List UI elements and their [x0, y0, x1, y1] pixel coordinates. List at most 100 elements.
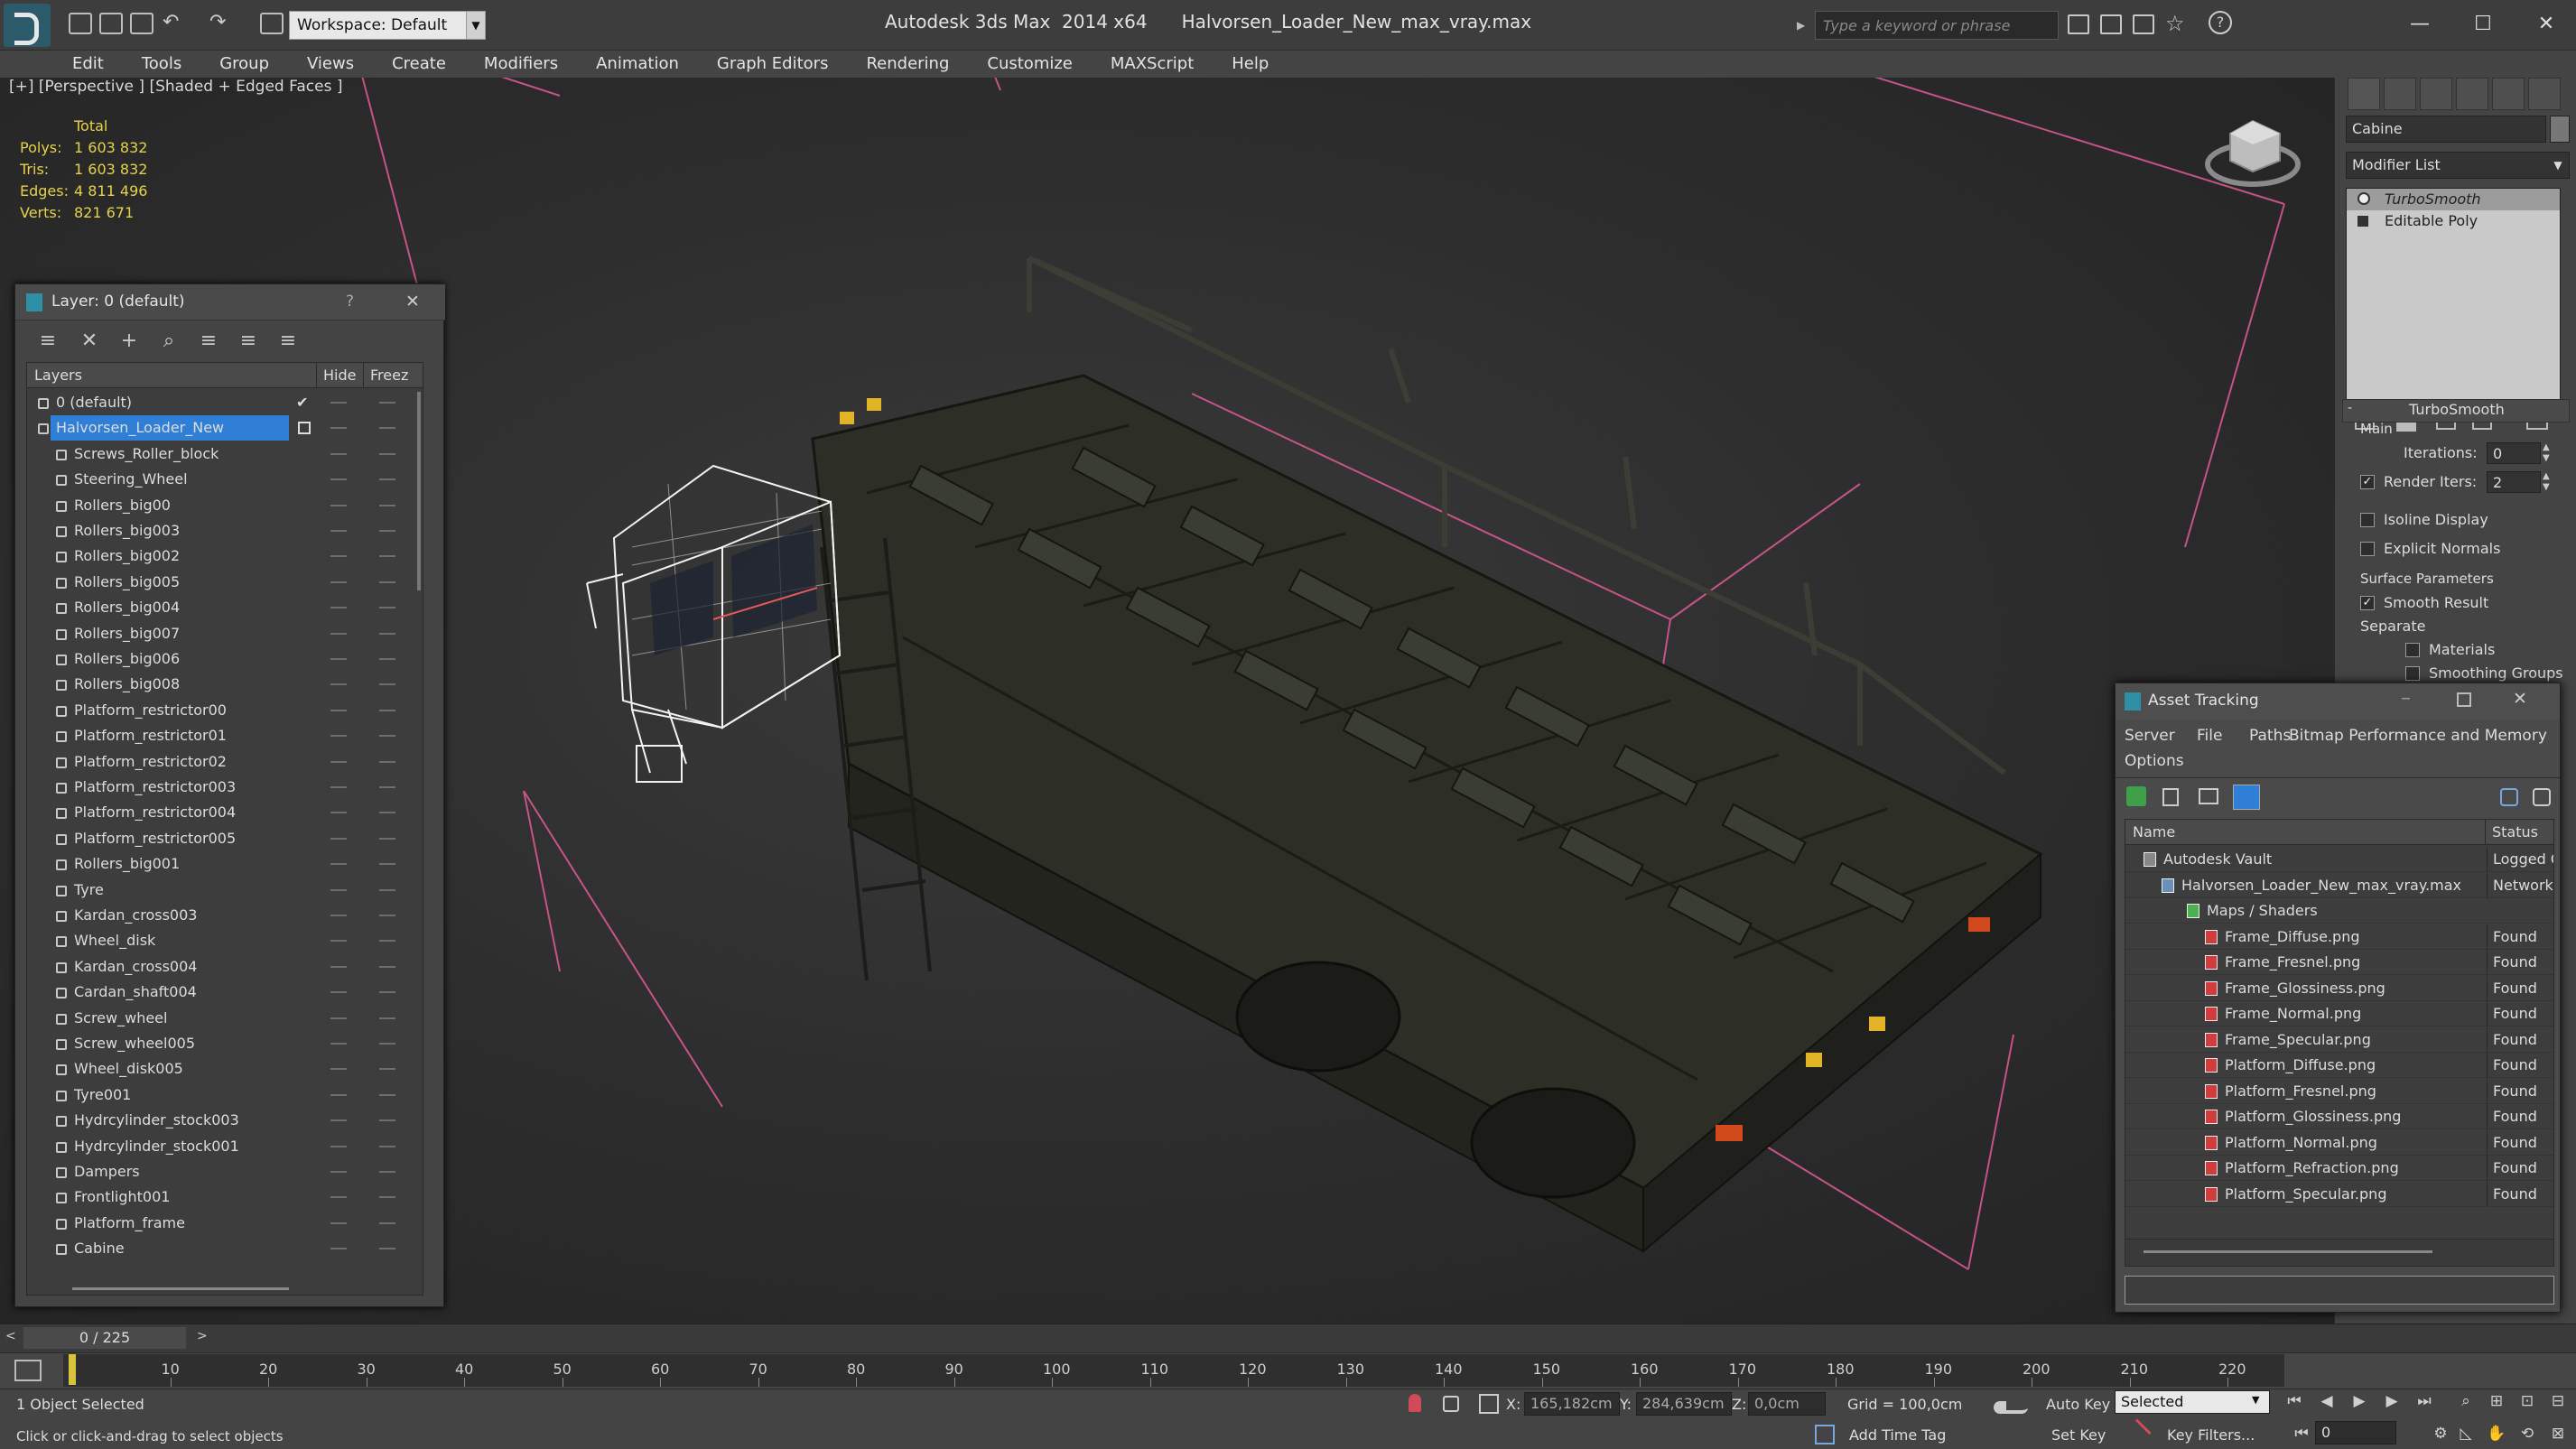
menu-maxscript[interactable]: MAXScript [1111, 51, 1214, 78]
asset-tracking-titlebar[interactable]: Asset Tracking – ✕ [2116, 683, 2560, 720]
spinner-arrows-icon[interactable]: ▲ ▼ [2543, 442, 2555, 464]
absolute-mode-icon[interactable] [1479, 1394, 1499, 1414]
layer-row[interactable]: Rollers_big00 [27, 493, 414, 518]
new-file-icon[interactable] [69, 13, 92, 34]
freeze-toggle[interactable] [379, 607, 395, 609]
smoothing-groups-checkbox[interactable] [2405, 666, 2420, 681]
hide-toggle[interactable] [330, 760, 347, 763]
favorites-star-icon[interactable]: ☆ [2165, 11, 2185, 36]
freeze-toggle[interactable] [379, 1221, 395, 1224]
chevron-down-icon[interactable]: ▼ [466, 11, 486, 40]
highlight-layer-icon[interactable]: ≡ [196, 330, 221, 353]
subscription-icon[interactable] [2100, 14, 2122, 34]
freeze-toggle[interactable] [379, 478, 395, 481]
hide-toggle[interactable] [330, 812, 347, 814]
set-key-button[interactable]: Set Key [2051, 1426, 2106, 1444]
object-color-swatch[interactable] [2550, 116, 2570, 143]
menu-tools[interactable]: Tools [142, 51, 201, 78]
menu-views[interactable]: Views [307, 51, 374, 78]
table-view-icon[interactable] [2233, 785, 2260, 810]
asset-row[interactable]: Platform_Diffuse.png Found [2125, 1053, 2553, 1078]
freeze-toggle[interactable] [379, 888, 395, 891]
hide-toggle[interactable] [330, 530, 347, 532]
freeze-all-layers-icon[interactable]: ≡ [275, 330, 301, 353]
layer-row[interactable]: Cabine [27, 1236, 414, 1261]
hide-toggle[interactable] [330, 1068, 347, 1071]
time-tag-icon[interactable] [1815, 1425, 1835, 1444]
layer-row[interactable]: Hydrcylinder_stock001 [27, 1134, 414, 1159]
current-frame-marker[interactable] [69, 1354, 76, 1385]
hide-toggle[interactable] [330, 1221, 347, 1224]
column-header-name[interactable]: Name [2133, 823, 2175, 841]
freeze-toggle[interactable] [379, 1119, 395, 1122]
layer-row[interactable]: Platform_restrictor02 [27, 749, 414, 775]
menu-animation[interactable]: Animation [596, 51, 699, 78]
freeze-toggle[interactable] [379, 837, 395, 840]
time-slider-next-icon[interactable]: > [197, 1329, 208, 1343]
render-iters-checkbox[interactable]: ✓ [2360, 475, 2375, 489]
menu-customize[interactable]: Customize [987, 51, 1092, 78]
hide-toggle[interactable] [330, 683, 347, 686]
field-of-view-icon[interactable]: ◺ [2454, 1423, 2478, 1444]
materials-checkbox[interactable] [2405, 643, 2420, 657]
spinner-arrows-icon[interactable]: ▲ ▼ [2543, 471, 2555, 493]
asset-row[interactable]: Frame_Glossiness.png Found [2125, 975, 2553, 1001]
hide-toggle[interactable] [330, 1017, 347, 1019]
freeze-toggle[interactable] [379, 1043, 395, 1045]
vault-help-icon[interactable] [2500, 788, 2518, 806]
layer-row[interactable]: Rollers_big008 [27, 672, 414, 697]
zoom-all-icon[interactable]: ⊞ [2485, 1390, 2508, 1412]
layer-row[interactable]: Hydrcylinder_stock003 [27, 1108, 414, 1133]
layer-panel-titlebar[interactable]: Layer: 0 (default) ? ✕ [15, 284, 445, 320]
hide-toggle[interactable] [330, 478, 347, 481]
asset-row[interactable]: Frame_Specular.png Found [2125, 1026, 2553, 1053]
close-button[interactable]: ✕ [2513, 689, 2527, 709]
list-view-icon[interactable] [2162, 788, 2179, 806]
hide-toggle[interactable] [330, 1196, 347, 1199]
layer-row[interactable]: Rollers_big003 [27, 518, 414, 543]
layer-row[interactable]: Rollers_big006 [27, 646, 414, 672]
layer-row[interactable]: Steering_Wheel [27, 467, 414, 492]
hide-toggle[interactable] [330, 555, 347, 558]
hide-toggle[interactable] [330, 1171, 347, 1173]
pan-view-icon[interactable]: ✋ [2485, 1423, 2508, 1444]
workspace-dropdown[interactable]: Workspace: Default [289, 11, 486, 40]
maximize-button[interactable]: ☐ [2456, 7, 2510, 42]
lightbulb-icon[interactable] [2357, 192, 2370, 205]
key-filters-button[interactable]: Key Filters... [2167, 1426, 2255, 1444]
time-slider-prev-icon[interactable]: < [5, 1329, 16, 1343]
hide-toggle[interactable] [330, 1093, 347, 1096]
minimize-button[interactable]: – [2401, 687, 2411, 710]
layer-row[interactable]: Frontlight001 [27, 1184, 414, 1210]
layer-row[interactable]: Wheel_disk [27, 928, 414, 953]
freeze-toggle[interactable] [379, 402, 395, 404]
freeze-toggle[interactable] [379, 1196, 395, 1199]
hide-toggle[interactable] [330, 940, 347, 943]
layer-row[interactable]: Platform_restrictor01 [27, 723, 414, 748]
layer-row[interactable]: Rollers_big007 [27, 621, 414, 646]
hide-toggle[interactable] [330, 1248, 347, 1250]
column-header-status[interactable]: Status [2492, 823, 2538, 841]
hide-toggle[interactable] [330, 786, 347, 788]
isoline-display-checkbox[interactable] [2360, 513, 2375, 527]
asset-row[interactable]: Frame_Diffuse.png Found [2125, 924, 2553, 950]
asset-menu-file[interactable]: File [2197, 727, 2222, 745]
close-button[interactable]: ✕ [405, 292, 420, 311]
freeze-toggle[interactable] [379, 1068, 395, 1071]
render-iters-spinner[interactable]: 2 [2487, 471, 2541, 493]
layer-list-hscrollbar[interactable] [72, 1287, 289, 1290]
rollout-collapse-icon[interactable]: - [2348, 401, 2352, 415]
freeze-toggle[interactable] [379, 1017, 395, 1019]
modifier-list-dropdown[interactable]: Modifier List [2346, 152, 2570, 179]
layer-row[interactable]: Platform_restrictor00 [27, 698, 414, 723]
hide-toggle[interactable] [330, 658, 347, 660]
freeze-toggle[interactable] [379, 581, 395, 583]
layer-row[interactable]: Tyre [27, 878, 414, 903]
freeze-toggle[interactable] [379, 735, 395, 738]
layer-row[interactable]: Platform_frame [27, 1211, 414, 1236]
redo-icon[interactable]: ↷ [209, 11, 226, 33]
layer-row[interactable]: 0 (default) ✔ [27, 390, 414, 415]
asset-menu-paths[interactable]: Paths [2249, 727, 2291, 745]
freeze-toggle[interactable] [379, 760, 395, 763]
create-tab-icon[interactable] [2348, 78, 2380, 110]
